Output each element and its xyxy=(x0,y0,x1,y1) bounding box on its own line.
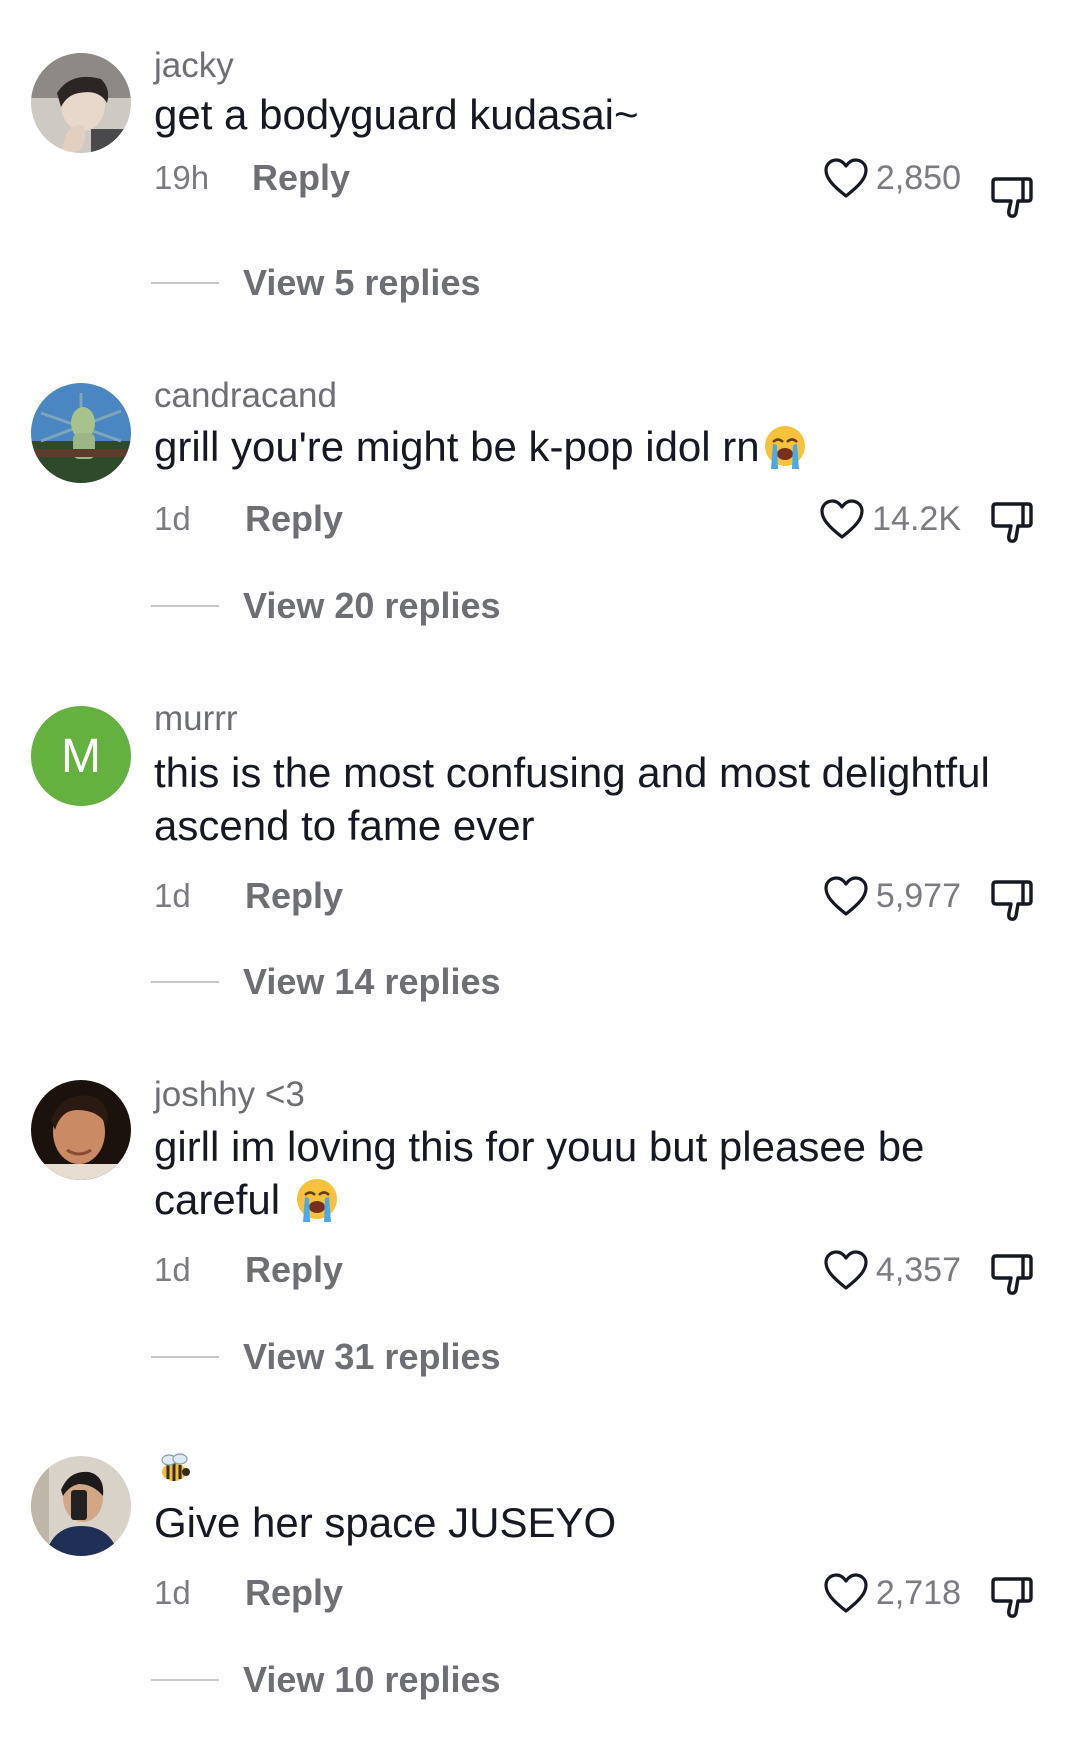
like-button[interactable]: 2,718 xyxy=(822,1571,961,1615)
comment-text: Give her space JUSEYO xyxy=(154,1499,617,1546)
comment-time: 1d xyxy=(154,500,191,537)
avatar[interactable] xyxy=(31,383,131,483)
view-replies-label: View 20 replies xyxy=(243,585,501,626)
avatar[interactable] xyxy=(31,1080,131,1180)
like-count: 2,850 xyxy=(875,159,961,197)
view-replies-label: View 31 replies xyxy=(243,1336,501,1377)
view-replies-button[interactable]: View 10 replies xyxy=(151,1660,501,1700)
reply-button[interactable]: Reply xyxy=(245,876,343,916)
comment-text-line: careful xyxy=(154,1176,281,1223)
username[interactable] xyxy=(154,1448,194,1497)
dislike-icon[interactable] xyxy=(988,1249,1038,1299)
avatar-letter: M xyxy=(61,729,101,783)
like-count: 2,718 xyxy=(875,1574,961,1612)
comment-text: get a bodyguard kudasai~ xyxy=(154,91,639,138)
username[interactable]: joshhy <3 xyxy=(154,1075,305,1115)
divider-line xyxy=(151,282,219,284)
like-button[interactable]: 4,357 xyxy=(822,1248,961,1292)
reply-button[interactable]: Reply xyxy=(245,1250,343,1290)
comment-text-line: girll im loving this for youu but please… xyxy=(154,1123,925,1170)
comment-text: grill you're might be k-pop idol rn xyxy=(154,420,1054,473)
like-button[interactable]: 14.2K xyxy=(818,497,961,541)
reply-button[interactable]: Reply xyxy=(252,158,350,198)
reply-button[interactable]: Reply xyxy=(245,1573,343,1613)
comment-time: 1d xyxy=(154,877,191,914)
like-button[interactable]: 5,977 xyxy=(822,874,961,918)
loudly-crying-face-icon xyxy=(294,1176,340,1222)
heart-icon xyxy=(820,499,864,539)
view-replies-button[interactable]: View 31 replies xyxy=(151,1337,501,1377)
divider-line xyxy=(151,1679,219,1681)
view-replies-label: View 10 replies xyxy=(243,1659,501,1700)
divider-line xyxy=(151,981,219,983)
view-replies-button[interactable]: View 20 replies xyxy=(151,586,501,626)
divider-line xyxy=(151,1356,219,1358)
comment-text: this is the most confusing and most deli… xyxy=(154,746,1054,852)
dislike-icon[interactable] xyxy=(988,1572,1038,1622)
heart-icon xyxy=(824,158,868,198)
username[interactable]: jacky xyxy=(154,46,234,86)
comment-time: 1d xyxy=(154,1574,191,1611)
dislike-icon[interactable] xyxy=(988,875,1038,925)
comment-text: girll im loving this for youu but please… xyxy=(154,1120,1054,1226)
bee-icon xyxy=(161,1453,190,1481)
like-count: 4,357 xyxy=(875,1251,961,1289)
username[interactable]: candracand xyxy=(154,376,337,416)
heart-icon xyxy=(824,1573,868,1613)
view-replies-button[interactable]: View 14 replies xyxy=(151,962,501,1002)
username[interactable]: murrr xyxy=(154,699,238,739)
view-replies-button[interactable]: View 5 replies xyxy=(151,263,480,303)
comment-text-content: grill you're might be k-pop idol rn xyxy=(154,423,760,470)
comment-time: 1d xyxy=(154,1251,191,1288)
like-count: 5,977 xyxy=(875,877,961,915)
comment-text-line: ascend to fame ever xyxy=(154,802,535,849)
loudly-crying-face-icon xyxy=(762,423,808,469)
dislike-icon[interactable] xyxy=(988,172,1038,222)
view-replies-label: View 5 replies xyxy=(243,262,481,303)
reply-button[interactable]: Reply xyxy=(245,499,343,539)
divider-line xyxy=(151,605,219,607)
avatar[interactable]: M xyxy=(31,706,131,806)
heart-icon xyxy=(824,876,868,916)
avatar[interactable] xyxy=(31,53,131,153)
like-count: 14.2K xyxy=(872,500,961,538)
view-replies-label: View 14 replies xyxy=(243,961,501,1002)
avatar[interactable] xyxy=(31,1456,131,1556)
comment-text-line: this is the most confusing and most deli… xyxy=(154,749,990,796)
comment-time: 19h xyxy=(154,159,210,196)
heart-icon xyxy=(824,1250,868,1290)
like-button[interactable]: 2,850 xyxy=(822,156,961,200)
dislike-icon[interactable] xyxy=(988,497,1038,547)
